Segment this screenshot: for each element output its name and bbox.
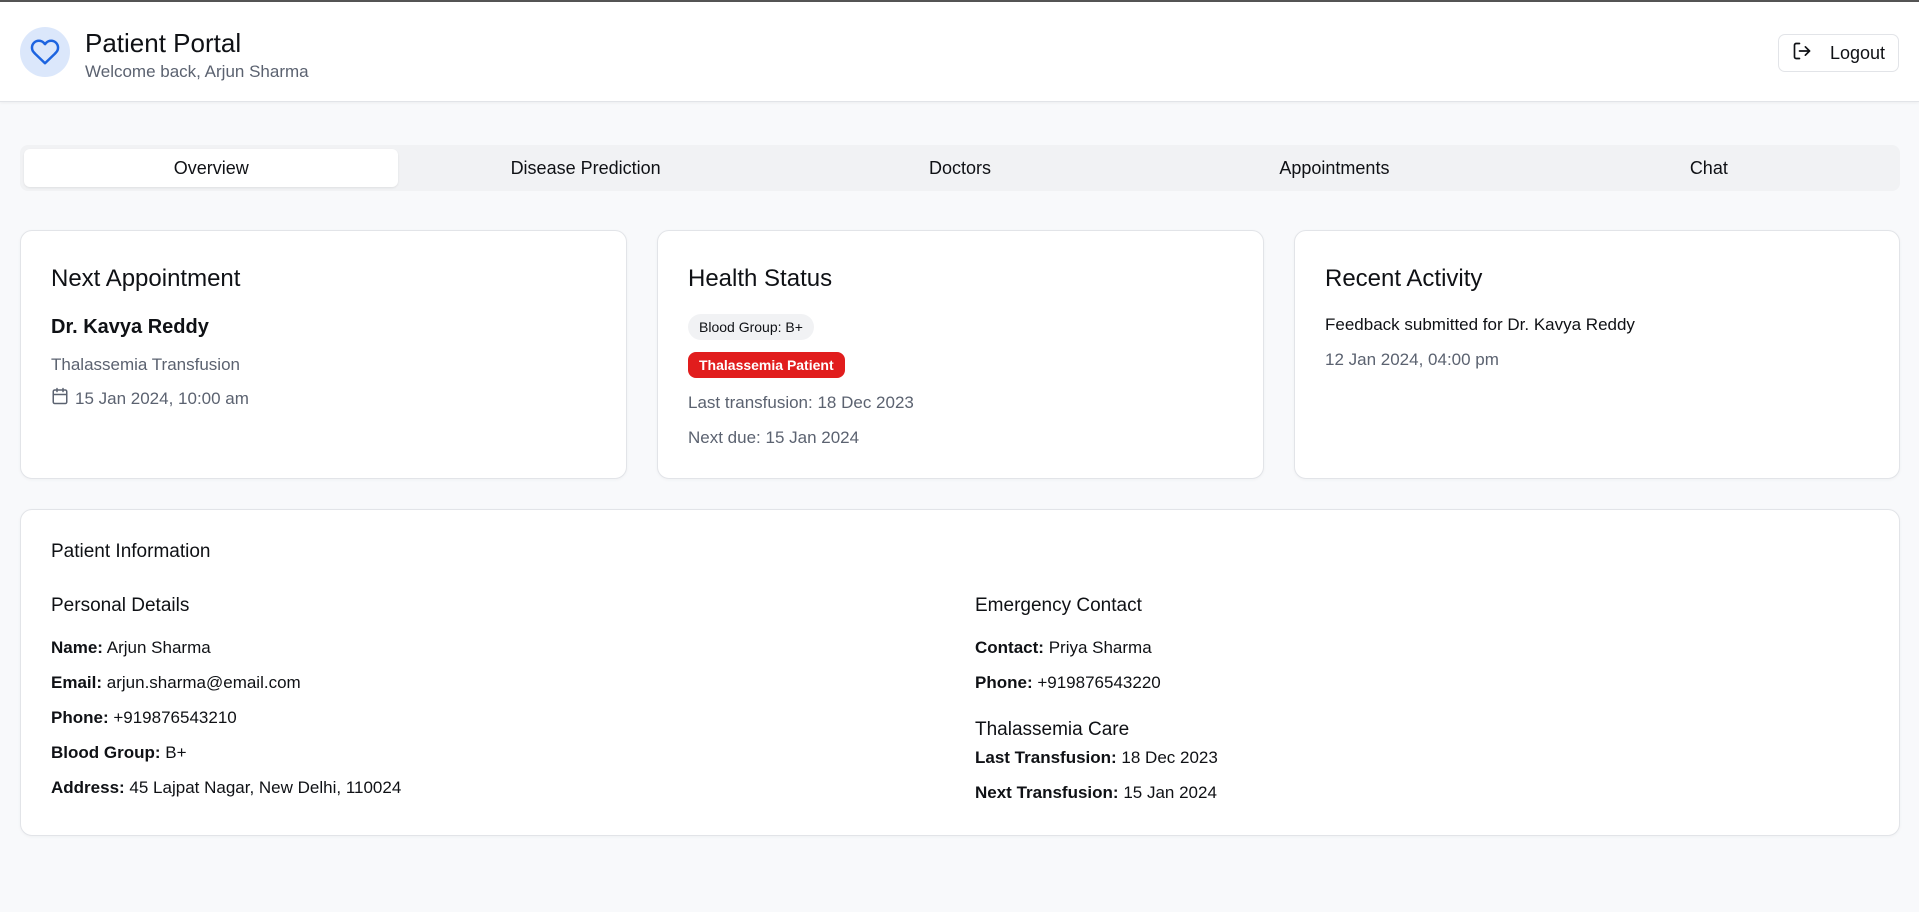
logout-label: Logout	[1830, 42, 1886, 63]
app-title: Patient Portal	[85, 28, 242, 58]
blood-group-badge: Blood Group: B+	[688, 314, 814, 340]
personal-details-heading: Personal Details	[51, 595, 190, 616]
thalassemia-care-heading: Thalassemia Care	[975, 719, 1130, 740]
logout-button[interactable]: Logout	[1778, 34, 1899, 72]
last-transfusion-row: Last Transfusion: 18 Dec 2023	[975, 748, 1218, 767]
recent-activity-card: Recent Activity Feedback submitted for D…	[1294, 230, 1900, 479]
card-title: Patient Information	[51, 541, 211, 562]
next-transfusion-row: Next Transfusion: 15 Jan 2024	[975, 783, 1217, 802]
appointment-datetime: 15 Jan 2024, 10:00 am	[51, 387, 249, 410]
name-row: Name: Arjun Sharma	[51, 638, 211, 657]
app-header: Patient Portal Welcome back, Arjun Sharm…	[0, 2, 1919, 102]
emergency-phone-row: Phone: +919876543220	[975, 673, 1161, 692]
email-row: Email: arjun.sharma@email.com	[51, 673, 301, 692]
card-title: Next Appointment	[51, 265, 241, 292]
emergency-contact-row: Contact: Priya Sharma	[975, 638, 1152, 657]
patient-info-card: Patient Information Personal Details Nam…	[20, 509, 1900, 836]
activity-item: Feedback submitted for Dr. Kavya Reddy	[1325, 315, 1635, 334]
card-title: Recent Activity	[1325, 265, 1483, 292]
appointment-doctor: Dr. Kavya Reddy	[51, 316, 209, 338]
emergency-contact-heading: Emergency Contact	[975, 595, 1142, 616]
address-row: Address: 45 Lajpat Nagar, New Delhi, 110…	[51, 778, 402, 797]
tab-chat[interactable]: Chat	[1522, 149, 1896, 187]
next-due: Next due: 15 Jan 2024	[688, 428, 860, 447]
condition-badge: Thalassemia Patient	[688, 352, 845, 378]
tab-overview[interactable]: Overview	[24, 149, 399, 187]
welcome-message: Welcome back, Arjun Sharma	[85, 62, 309, 81]
last-transfusion: Last transfusion: 18 Dec 2023	[688, 393, 914, 412]
appointment-type: Thalassemia Transfusion	[51, 355, 240, 374]
activity-timestamp: 12 Jan 2024, 04:00 pm	[1325, 350, 1499, 369]
logout-icon	[1792, 41, 1812, 66]
calendar-icon	[51, 387, 69, 410]
health-status-card: Health Status Blood Group: B+ Thalassemi…	[657, 230, 1264, 479]
appointment-datetime-text: 15 Jan 2024, 10:00 am	[75, 388, 249, 408]
tab-appointments[interactable]: Appointments	[1147, 149, 1521, 187]
tab-doctors[interactable]: Doctors	[773, 149, 1147, 187]
heart-icon	[20, 27, 70, 77]
card-title: Health Status	[688, 265, 833, 292]
phone-row: Phone: +919876543210	[51, 708, 237, 727]
next-appointment-card: Next Appointment Dr. Kavya Reddy Thalass…	[20, 230, 627, 479]
main-tabs: Overview Disease Prediction Doctors Appo…	[20, 145, 1900, 191]
blood-group-row: Blood Group: B+	[51, 743, 187, 762]
tab-disease-prediction[interactable]: Disease Prediction	[398, 149, 772, 187]
